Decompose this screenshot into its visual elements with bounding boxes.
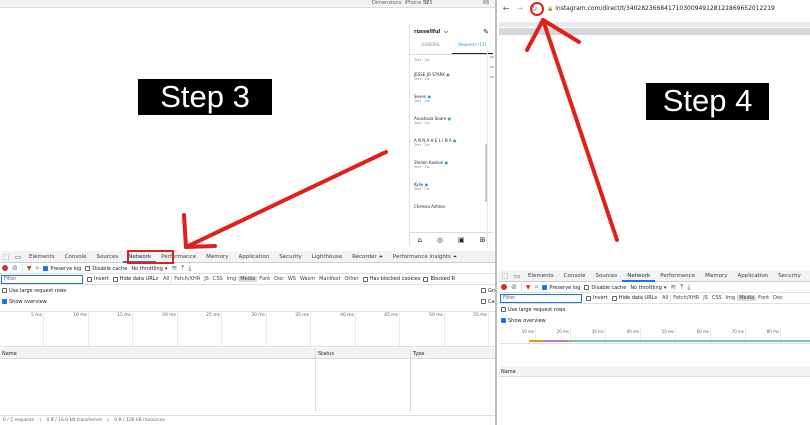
step4-arrow xyxy=(525,18,619,242)
step3-arrow xyxy=(182,150,388,249)
step3-screenshot: Dimensions: iPhone SE 375 66 Step 3 russ… xyxy=(0,0,497,425)
step4-screenshot: ← → ↻ 🔒 instagram.com/direct/t/340282366… xyxy=(499,0,810,425)
